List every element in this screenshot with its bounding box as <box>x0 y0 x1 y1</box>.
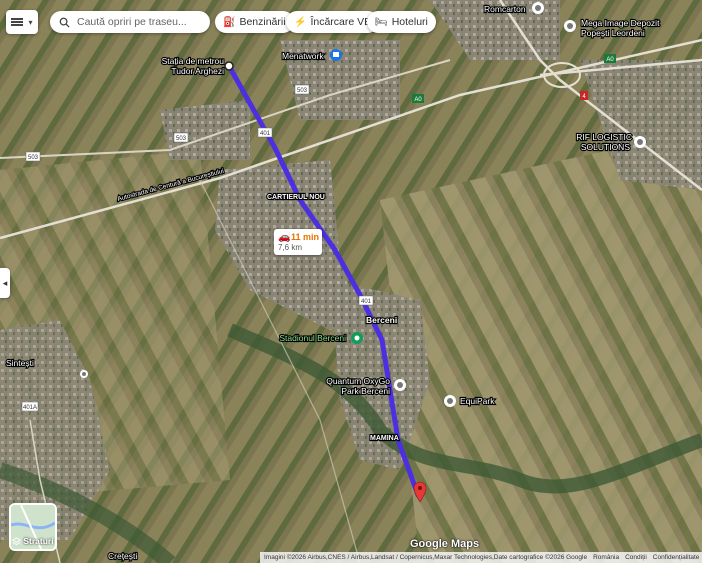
ev-charging-icon: ⚡ <box>294 16 307 28</box>
place-label: Stadionul Berceni <box>279 333 346 343</box>
route-distance: 7,6 km <box>278 243 303 252</box>
route-info-card[interactable]: 🚗 11 min 7,6 km <box>274 229 322 255</box>
road-shield: 503 <box>173 132 189 143</box>
terms-link[interactable]: Condiții <box>625 554 647 561</box>
road-shield: 401 <box>358 295 374 306</box>
road-shield-label: 401 <box>361 299 372 305</box>
place-label: MAMINA <box>370 435 399 442</box>
privacy-link[interactable]: Confidențialitate <box>653 554 700 561</box>
place-marker-icon[interactable] <box>532 2 544 14</box>
search-box[interactable] <box>50 11 210 33</box>
place-marker-icon[interactable] <box>444 395 456 407</box>
chip-ev-charging[interactable]: ⚡ Încărcare VE <box>286 11 380 33</box>
google-maps-logo: Google Maps <box>410 538 480 550</box>
place-label: Crețești <box>108 551 137 561</box>
chip-hotels[interactable]: 🛏 Hoteluri <box>367 11 436 33</box>
gas-station-icon: ⛽ <box>223 16 236 28</box>
layers-button[interactable]: Straturi <box>9 503 57 551</box>
place-marker-icon[interactable] <box>330 49 342 61</box>
country-link[interactable]: România <box>593 554 619 561</box>
place-label: Romcarton <box>484 4 526 14</box>
collapse-panel-button[interactable]: ◂ <box>0 268 10 298</box>
satellite-map[interactable]: 503 503 503 401 401 401A A0 A0 4 Stația … <box>0 0 702 563</box>
place-label: Sintești <box>6 358 34 368</box>
chevron-down-icon: ▾ <box>28 17 33 27</box>
layers-label: Straturi <box>23 536 54 546</box>
search-icon <box>59 17 70 28</box>
road-shield: 401A <box>21 401 39 412</box>
place-label: Stația de metrou <box>162 56 225 66</box>
road-shield-label: 503 <box>297 88 308 94</box>
place-marker-icon[interactable] <box>80 370 88 378</box>
place-label: Popești Leordeni <box>581 28 645 38</box>
road-shield-label: 503 <box>176 136 187 142</box>
route-start-marker[interactable] <box>224 61 234 71</box>
place-label: RIF LOGISTIC <box>576 132 632 142</box>
route-duration: 11 min <box>291 232 320 242</box>
road-shield: 503 <box>25 151 41 162</box>
layers-icon <box>12 536 22 545</box>
road-shield: 503 <box>294 84 310 95</box>
attribution-bar: Imagini ©2026 Airbus,CNES / Airbus,Lands… <box>260 552 702 563</box>
road-shield: 4 <box>580 91 588 100</box>
place-label: Quantum OxyGo <box>326 376 390 386</box>
place-label: Berceni <box>366 315 397 325</box>
menu-button[interactable]: ▾ <box>6 10 38 34</box>
chip-gas-stations[interactable]: ⛽ Benzinării <box>215 11 294 33</box>
place-label: Tudor Arghezi <box>171 66 224 76</box>
road-shield-label: 401A <box>23 405 37 411</box>
road-shield-label: A0 <box>414 97 422 103</box>
chip-label: Încărcare VE <box>310 16 372 28</box>
place-label: Mega Image Depozit <box>581 18 660 28</box>
imagery-attribution: Imagini ©2026 Airbus,CNES / Airbus,Lands… <box>264 554 588 561</box>
hotel-icon: 🛏 <box>375 16 388 28</box>
chevron-left-icon: ◂ <box>2 277 8 288</box>
place-marker-icon[interactable] <box>564 20 576 32</box>
place-label: Park Berceni <box>341 386 390 396</box>
road-shield: A0 <box>604 54 616 63</box>
road-shield: A0 <box>412 94 424 103</box>
place-marker-icon[interactable] <box>351 332 363 344</box>
hamburger-icon <box>11 18 24 26</box>
road-shield: 401 <box>257 127 273 138</box>
search-input[interactable] <box>75 15 209 29</box>
car-icon: 🚗 <box>278 232 291 243</box>
chip-label: Benzinării <box>239 16 286 28</box>
road-shield-label: 503 <box>28 155 39 161</box>
place-label: SOLUTIONS <box>581 142 630 152</box>
chip-label: Hoteluri <box>391 16 428 28</box>
road-shield-label: 401 <box>260 131 271 137</box>
place-label: Menatwork <box>282 51 324 61</box>
place-marker-icon[interactable] <box>634 136 646 148</box>
place-label: CARTIERUL NOU <box>267 194 325 201</box>
place-marker-icon[interactable] <box>394 379 406 391</box>
road-shield-label: A0 <box>606 57 614 63</box>
place-label: EquiPark <box>460 396 495 406</box>
